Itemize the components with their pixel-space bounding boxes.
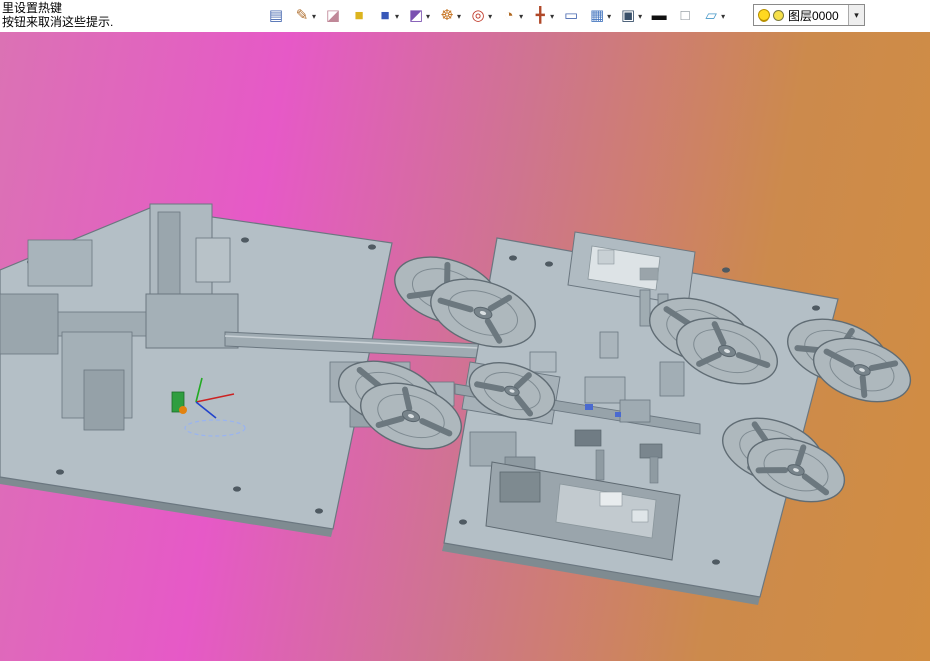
zoom-icon: ◔ — [504, 7, 514, 24]
line-weight-icon: ▬ — [651, 7, 667, 24]
sheet-icon: ▤ — [268, 7, 284, 24]
panel-icon: ▱ — [705, 7, 717, 24]
yellow-box-button[interactable]: ■ — [347, 4, 371, 28]
color-pencil-button[interactable]: ✎ ▾ — [290, 4, 319, 28]
move-icon: ╋ — [535, 7, 545, 24]
line-weight-button[interactable]: ▬ — [647, 4, 671, 28]
material-button[interactable]: ◩ ▾ — [404, 4, 433, 28]
grid-icon: ▦ — [590, 7, 605, 24]
hint-line-1: 里设置热键 — [2, 1, 63, 15]
yellow-box-icon: ■ — [354, 7, 364, 24]
white-square-icon: □ — [680, 7, 690, 24]
chevron-down-icon[interactable]: ▾ — [395, 12, 399, 21]
chevron-down-icon[interactable]: ▾ — [426, 12, 430, 21]
chevron-down-icon[interactable]: ▾ — [312, 12, 316, 21]
selection-box-button[interactable]: ▭ — [559, 4, 583, 28]
material-icon: ◩ — [408, 7, 424, 24]
chevron-down-icon[interactable]: ▾ — [848, 5, 864, 25]
display-button[interactable]: ▣ ▾ — [616, 4, 645, 28]
cad-model — [0, 203, 912, 605]
viewport[interactable] — [0, 32, 930, 661]
compass-button[interactable]: ◎ ▾ — [466, 4, 495, 28]
hint-line-2: 按钮来取消这些提示. — [2, 15, 114, 29]
hint-text: 里设置热键 按钮来取消这些提示. — [2, 1, 113, 29]
eraser-button[interactable]: ◪ — [321, 4, 345, 28]
display-icon: ▣ — [621, 7, 636, 24]
white-square-button[interactable]: □ — [673, 4, 697, 28]
color-wheel-icon: ☸ — [440, 7, 454, 24]
move-button[interactable]: ╋ ▾ — [528, 4, 557, 28]
toolbar-icons: ▤ ✎ ▾ ◪ ■ ■ ▾ ◩ ▾ ☸ ▾ ◎ ▾ ◔ ▾ ╋ ▾ ▭ ▦ ▾ ▣ ▾ ▬ □ ▱ ▾ — [264, 4, 728, 28]
zoom-button[interactable]: ◔ ▾ — [497, 4, 526, 28]
layer-name-label: 图层0000 — [788, 8, 839, 23]
layer-visibility-bulb-icon[interactable] — [758, 9, 770, 21]
blue-box-button[interactable]: ■ ▾ — [373, 4, 402, 28]
cad-application-window: 里设置热键 按钮来取消这些提示. ▤ ✎ ▾ ◪ ■ ■ ▾ ◩ ▾ ☸ ▾ ◎ ▾ ◔ ▾ ╋ ▾ ▭ ▦ ▾ ▣ ▾ ▬… — [0, 0, 930, 661]
color-pencil-icon: ✎ — [295, 7, 309, 24]
layer-color-icon[interactable] — [773, 9, 784, 21]
sheet-button[interactable]: ▤ — [264, 4, 288, 28]
chevron-down-icon[interactable]: ▾ — [519, 12, 523, 21]
chevron-down-icon[interactable]: ▾ — [721, 12, 725, 21]
chevron-down-icon[interactable]: ▾ — [638, 12, 642, 21]
chevron-down-icon[interactable]: ▾ — [488, 12, 492, 21]
layer-dropdown[interactable]: 图层0000 ▾ — [753, 4, 865, 26]
panel-button[interactable]: ▱ ▾ — [699, 4, 728, 28]
color-wheel-button[interactable]: ☸ ▾ — [435, 4, 464, 28]
blue-box-icon: ■ — [380, 7, 390, 24]
chevron-down-icon[interactable]: ▾ — [457, 12, 461, 21]
top-toolbar-strip: 里设置热键 按钮来取消这些提示. ▤ ✎ ▾ ◪ ■ ■ ▾ ◩ ▾ ☸ ▾ ◎ ▾ ◔ ▾ ╋ ▾ ▭ ▦ ▾ ▣ ▾ ▬… — [0, 0, 930, 32]
chevron-down-icon[interactable]: ▾ — [550, 12, 554, 21]
chevron-down-icon[interactable]: ▾ — [607, 12, 611, 21]
compass-icon: ◎ — [471, 7, 485, 24]
eraser-icon: ◪ — [325, 7, 341, 24]
selection-box-icon: ▭ — [564, 7, 579, 24]
grid-button[interactable]: ▦ ▾ — [585, 4, 614, 28]
